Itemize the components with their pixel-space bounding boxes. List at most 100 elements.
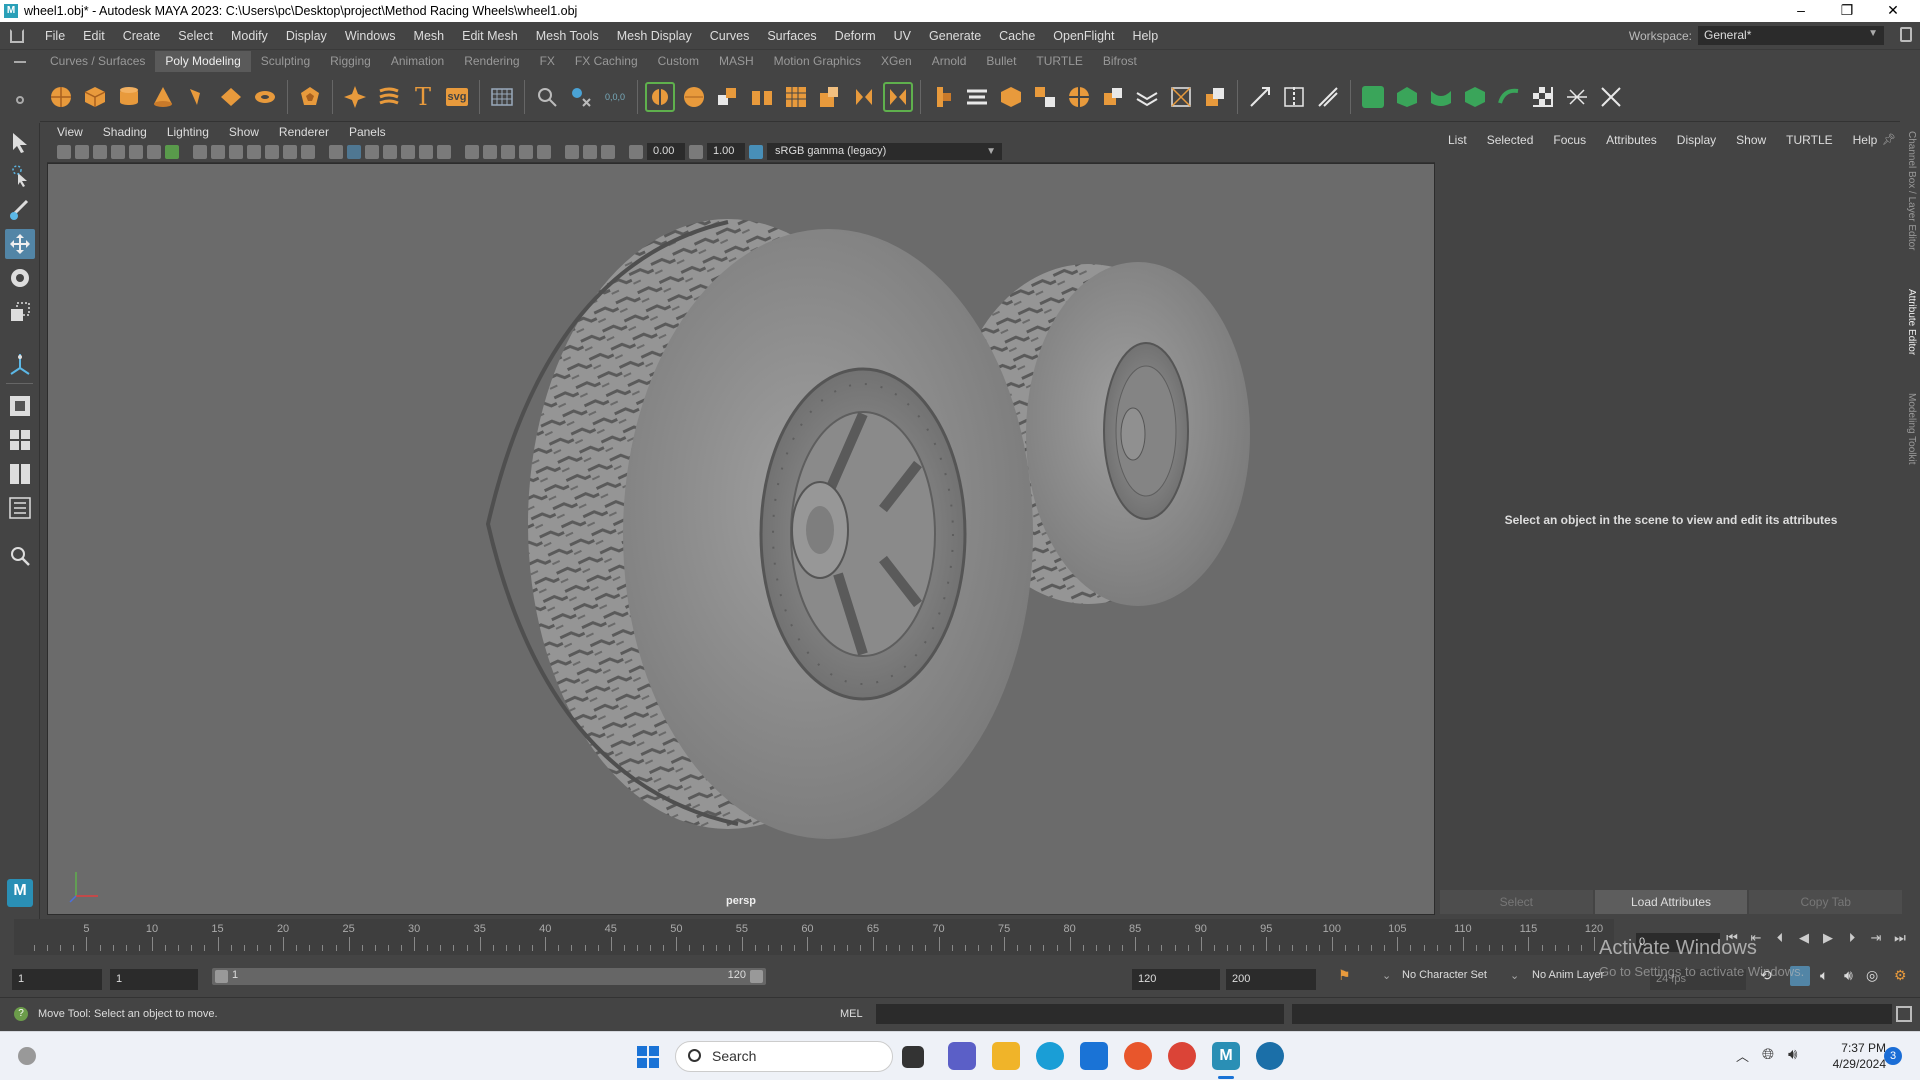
grease-pencil-icon[interactable]: [129, 144, 143, 159]
step-forward-frame-icon[interactable]: ⏵: [1842, 929, 1862, 947]
ae-menu-selected[interactable]: Selected: [1477, 133, 1544, 147]
notification-badge[interactable]: 3: [1884, 1047, 1902, 1065]
minimize-button[interactable]: –: [1778, 0, 1824, 22]
grid-snap-icon[interactable]: [487, 82, 517, 112]
anim-layer-field[interactable]: No Anim Layer: [1532, 969, 1604, 981]
ae-menu-focus[interactable]: Focus: [1543, 133, 1596, 147]
lasso-tool-icon[interactable]: [5, 161, 35, 191]
shelf-menu-icon[interactable]: [14, 61, 26, 63]
combine-icon[interactable]: [713, 82, 743, 112]
poly-soccer-ball-icon[interactable]: [295, 82, 325, 112]
sew-uv-icon[interactable]: [1596, 82, 1626, 112]
play-backwards-icon[interactable]: ◀: [1794, 929, 1814, 947]
volume-icon[interactable]: 🔊︎: [1788, 1046, 1797, 1063]
grid-toggle-icon[interactable]: [193, 144, 207, 159]
menu-surfaces[interactable]: Surfaces: [758, 29, 825, 43]
shelf-tab-sculpting[interactable]: Sculpting: [251, 51, 320, 72]
play-forwards-icon[interactable]: ▶: [1818, 929, 1838, 947]
motion-blur-icon[interactable]: [483, 144, 497, 159]
ae-menu-attributes[interactable]: Attributes: [1596, 133, 1667, 147]
windows-start-icon[interactable]: [637, 1046, 659, 1068]
four-view-layout-icon[interactable]: [5, 425, 35, 455]
screen-space-ao-icon[interactable]: [465, 144, 479, 159]
menu-modify[interactable]: Modify: [222, 29, 277, 43]
viewport-menu-view[interactable]: View: [47, 125, 93, 139]
exposure-icon[interactable]: [629, 144, 643, 159]
circularize-icon[interactable]: [1200, 82, 1230, 112]
pin-icon[interactable]: 📌︎: [1882, 133, 1896, 146]
menu-create[interactable]: Create: [114, 29, 170, 43]
fill-hole-icon[interactable]: [1064, 82, 1094, 112]
exposure-field[interactable]: 0.00: [647, 143, 685, 160]
playback-start-field[interactable]: 1: [110, 969, 198, 990]
load-attributes-button[interactable]: Load Attributes: [1594, 890, 1748, 914]
menu-openflight[interactable]: OpenFlight: [1044, 29, 1123, 43]
command-line-input[interactable]: [876, 1004, 1284, 1024]
soft-select-tool-icon[interactable]: [5, 349, 35, 379]
ae-select-button[interactable]: Select: [1440, 890, 1593, 914]
menu-edit[interactable]: Edit: [74, 29, 114, 43]
range-slider[interactable]: 1 120: [212, 968, 766, 985]
shelf-tab-mash[interactable]: MASH: [709, 51, 764, 72]
gate-mask-icon[interactable]: [247, 144, 261, 159]
select-tool-icon[interactable]: [5, 127, 35, 157]
wireframe-icon[interactable]: [329, 144, 343, 159]
grease-pencil-active-icon[interactable]: [165, 144, 179, 159]
checker-icon[interactable]: [1528, 82, 1558, 112]
use-default-material-icon[interactable]: [365, 144, 379, 159]
mel-label[interactable]: MEL: [840, 1008, 863, 1020]
isolate-select-icon[interactable]: [537, 144, 551, 159]
paint-select-tool-icon[interactable]: [5, 195, 35, 225]
range-end-handle[interactable]: [750, 970, 763, 983]
append-icon[interactable]: [1030, 82, 1060, 112]
depth-of-field-icon[interactable]: [519, 144, 533, 159]
field-chart-icon[interactable]: [265, 144, 279, 159]
separate-icon[interactable]: [747, 82, 777, 112]
home-icon[interactable]: [10, 28, 24, 43]
edge-loop-icon[interactable]: [1279, 82, 1309, 112]
go-to-end-icon[interactable]: ⏭: [1890, 929, 1910, 947]
search-icon[interactable]: [5, 541, 35, 571]
move-tool-icon[interactable]: [5, 229, 35, 259]
safe-title-icon[interactable]: [301, 144, 315, 159]
bevel-icon[interactable]: [996, 82, 1026, 112]
character-set-menu-icon[interactable]: ⌄: [1382, 969, 1391, 982]
shelf-tab-motion-graphics[interactable]: Motion Graphics: [764, 51, 871, 72]
cylindrical-map-icon[interactable]: [1426, 82, 1456, 112]
poly-helix-icon[interactable]: [374, 82, 404, 112]
gamma-icon[interactable]: [689, 144, 703, 159]
automatic-map-icon[interactable]: [1494, 82, 1524, 112]
menu-edit-mesh[interactable]: Edit Mesh: [453, 29, 527, 43]
wireframe-on-shaded-icon[interactable]: [383, 144, 397, 159]
multi-cut-icon[interactable]: [1245, 82, 1275, 112]
menu-generate[interactable]: Generate: [920, 29, 990, 43]
playback-end-field[interactable]: 120: [1132, 969, 1220, 990]
firefox-icon[interactable]: [1124, 1042, 1152, 1070]
menu-mesh-tools[interactable]: Mesh Tools: [527, 29, 608, 43]
steam-icon[interactable]: [1256, 1042, 1284, 1070]
single-view-layout-icon[interactable]: [5, 391, 35, 421]
mirror-icon[interactable]: [849, 82, 879, 112]
ae-menu-list[interactable]: List: [1438, 133, 1477, 147]
edge-icon[interactable]: [1036, 1042, 1064, 1070]
poly-torus-icon[interactable]: [182, 82, 212, 112]
image-plane-icon[interactable]: [111, 144, 125, 159]
resolution-gate-icon[interactable]: [229, 144, 243, 159]
workspace-dropdown[interactable]: General* ▼: [1698, 26, 1884, 45]
step-forward-key-icon[interactable]: ⇥: [1866, 929, 1886, 947]
color-space-dropdown[interactable]: sRGB gamma (legacy) ▼: [767, 143, 1002, 160]
3d-viewport[interactable]: persp: [47, 163, 1435, 915]
scale-tool-icon[interactable]: [5, 297, 35, 327]
poly-cylinder-icon[interactable]: [114, 82, 144, 112]
mirror-cut-icon[interactable]: [883, 81, 913, 112]
task-view-icon[interactable]: [902, 1046, 924, 1068]
smooth-shade-icon[interactable]: [347, 144, 361, 159]
shelf-tab-arnold[interactable]: Arnold: [922, 51, 977, 72]
bookmarks-icon[interactable]: [93, 144, 107, 159]
xray-joints-icon[interactable]: [583, 144, 597, 159]
sound-icon[interactable]: 🔈︎: [1820, 967, 1828, 984]
restore-button[interactable]: ❐: [1824, 0, 1870, 22]
shelf-tab-animation[interactable]: Animation: [381, 51, 454, 72]
extract-icon[interactable]: [781, 82, 811, 112]
planar-map-icon[interactable]: [1392, 82, 1422, 112]
